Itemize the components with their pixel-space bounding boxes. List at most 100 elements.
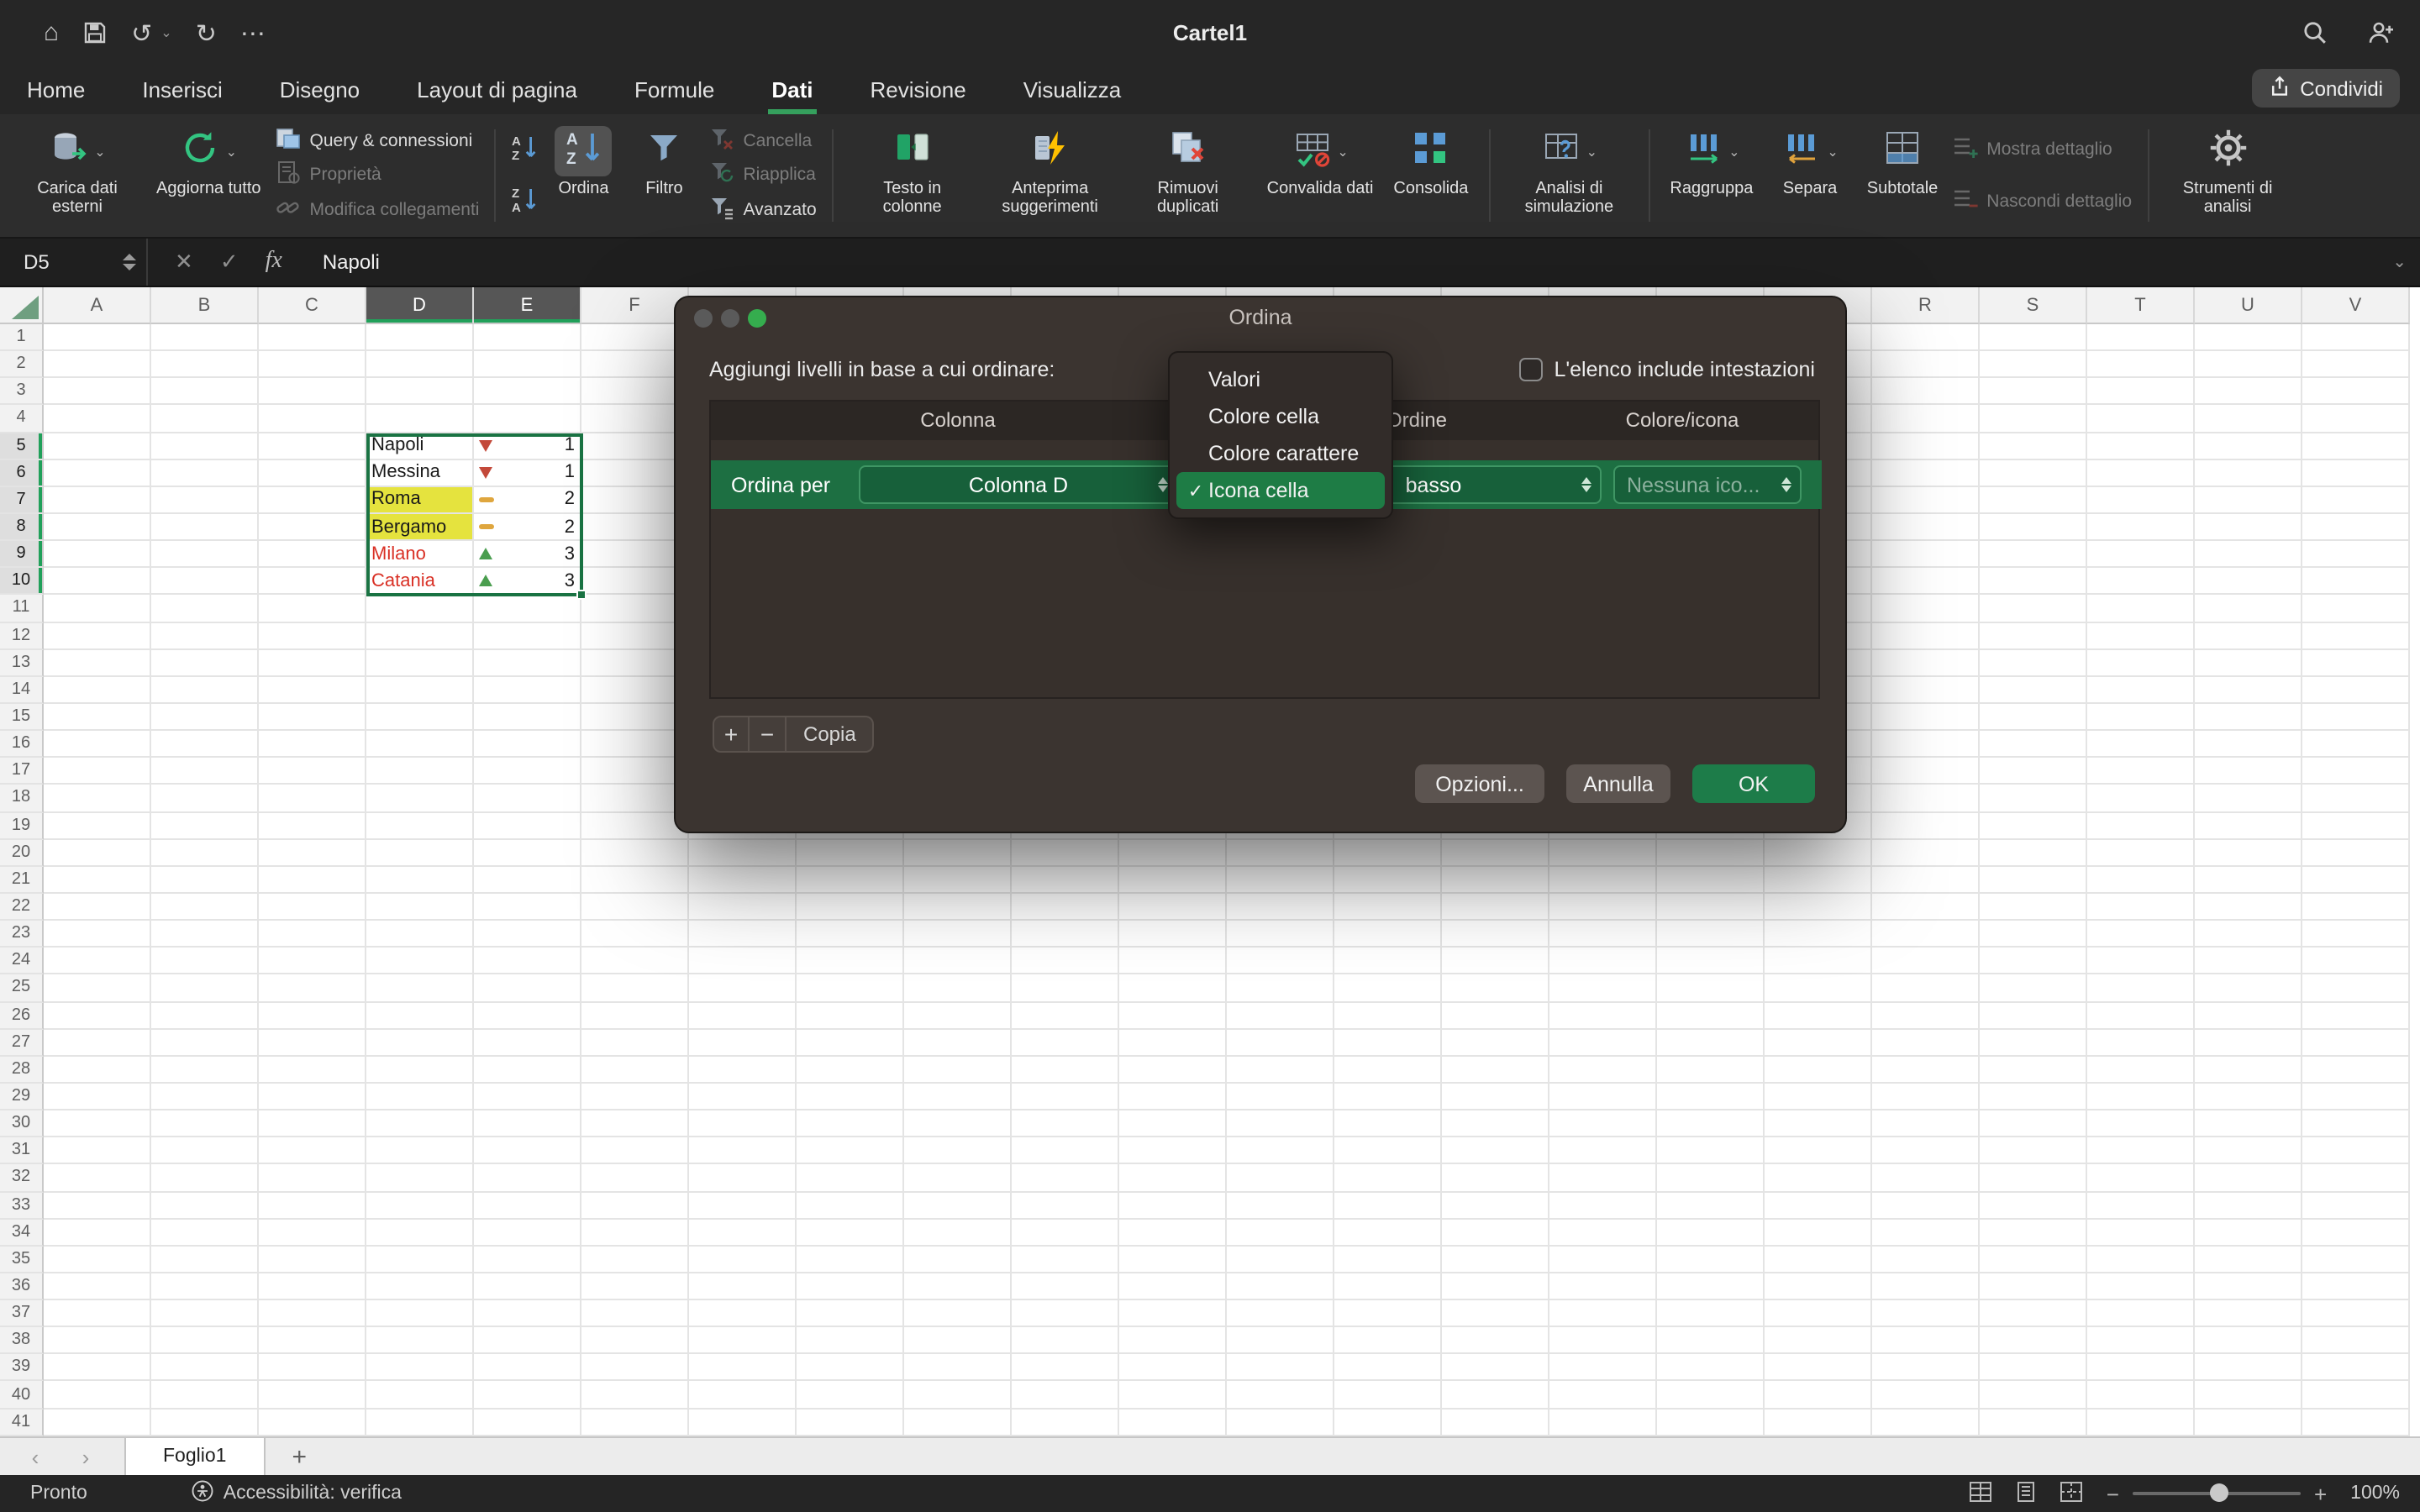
cell-S22[interactable] [1980,894,2087,921]
cell-A8[interactable] [44,514,151,541]
cell-S33[interactable] [1980,1192,2087,1219]
cell-M36[interactable] [1334,1273,1442,1300]
cell-S35[interactable] [1980,1247,2087,1273]
cell-P39[interactable] [1657,1355,1765,1382]
row-header-19[interactable]: 19 [0,812,44,839]
cell-I40[interactable] [904,1382,1012,1409]
avanzato-button[interactable]: Avanzato [709,193,816,227]
cell-H36[interactable] [797,1273,904,1300]
cell-Q20[interactable] [1765,839,1872,866]
cell-A10[interactable] [44,569,151,596]
cell-F5[interactable] [581,433,689,459]
cell-V33[interactable] [2302,1192,2410,1219]
cell-D15[interactable] [366,704,474,731]
sort-column-dropdown[interactable]: Colonna D [859,465,1178,504]
cell-Q29[interactable] [1765,1084,1872,1110]
cell-Q39[interactable] [1765,1355,1872,1382]
cell-D31[interactable] [366,1137,474,1164]
cell-L33[interactable] [1227,1192,1334,1219]
cell-S5[interactable] [1980,433,2087,459]
row-header-26[interactable]: 26 [0,1002,44,1029]
cell-L28[interactable] [1227,1057,1334,1084]
riapplica-button[interactable]: Riapplica [709,159,816,192]
row-header-37[interactable]: 37 [0,1300,44,1327]
cell-B29[interactable] [151,1084,259,1110]
dialog-minimize-icon[interactable] [721,309,739,328]
cell-T11[interactable] [2087,596,2195,622]
cell-N23[interactable] [1442,921,1549,948]
cell-F27[interactable] [581,1029,689,1056]
cell-O33[interactable] [1549,1192,1657,1219]
cell-C5[interactable] [259,433,366,459]
cell-F1[interactable] [581,324,689,351]
zoom-level[interactable]: 100% [2350,1483,2400,1504]
cell-R32[interactable] [1872,1165,1980,1192]
raggruppa-button[interactable]: ⌄Raggruppa [1661,119,1761,232]
cell-K37[interactable] [1119,1300,1227,1327]
cell-H27[interactable] [797,1029,904,1056]
cell-A9[interactable] [44,541,151,568]
cell-O23[interactable] [1549,921,1657,948]
cell-M25[interactable] [1334,975,1442,1002]
cell-I27[interactable] [904,1029,1012,1056]
cell-V12[interactable] [2302,622,2410,649]
cell-U3[interactable] [2195,379,2302,406]
cell-V21[interactable] [2302,867,2410,894]
cell-S6[interactable] [1980,459,2087,486]
cell-K23[interactable] [1119,921,1227,948]
cell-M23[interactable] [1334,921,1442,948]
cell-S9[interactable] [1980,541,2087,568]
accessibility-status[interactable]: Accessibilità: verifica [192,1480,402,1507]
cell-P40[interactable] [1657,1382,1765,1409]
cell-J34[interactable] [1012,1219,1119,1246]
row-header-8[interactable]: 8 [0,514,44,541]
cell-V2[interactable] [2302,351,2410,378]
cell-R10[interactable] [1872,569,1980,596]
cell-E21[interactable] [474,867,581,894]
cell-R36[interactable] [1872,1273,1980,1300]
cell-V3[interactable] [2302,379,2410,406]
cell-V39[interactable] [2302,1355,2410,1382]
cell-S25[interactable] [1980,975,2087,1002]
cell-A25[interactable] [44,975,151,1002]
cell-B20[interactable] [151,839,259,866]
cell-T41[interactable] [2087,1409,2195,1436]
row-header-34[interactable]: 34 [0,1219,44,1246]
cell-V11[interactable] [2302,596,2410,622]
zoom-out-icon[interactable]: − [2107,1481,2119,1506]
cell-K25[interactable] [1119,975,1227,1002]
cell-R18[interactable] [1872,785,1980,812]
cell-N35[interactable] [1442,1247,1549,1273]
cell-K26[interactable] [1119,1002,1227,1029]
cell-D27[interactable] [366,1029,474,1056]
col-header-S[interactable]: S [1980,287,2087,324]
cell-M21[interactable] [1334,867,1442,894]
cell-G24[interactable] [689,948,797,974]
cell-E1[interactable] [474,324,581,351]
cell-Q30[interactable] [1765,1110,1872,1137]
cell-H32[interactable] [797,1165,904,1192]
cell-I28[interactable] [904,1057,1012,1084]
cell-A29[interactable] [44,1084,151,1110]
cell-F18[interactable] [581,785,689,812]
cell-V32[interactable] [2302,1165,2410,1192]
cell-D26[interactable] [366,1002,474,1029]
cell-D8[interactable]: Bergamo [366,514,474,541]
cell-O38[interactable] [1549,1327,1657,1354]
cell-L21[interactable] [1227,867,1334,894]
cell-D38[interactable] [366,1327,474,1354]
cell-N25[interactable] [1442,975,1549,1002]
cell-G29[interactable] [689,1084,797,1110]
cell-S23[interactable] [1980,921,2087,948]
cell-H34[interactable] [797,1219,904,1246]
cell-Q22[interactable] [1765,894,1872,921]
cell-L34[interactable] [1227,1219,1334,1246]
cell-U40[interactable] [2195,1382,2302,1409]
select-all-corner[interactable] [0,287,44,324]
cell-U8[interactable] [2195,514,2302,541]
cell-I41[interactable] [904,1409,1012,1436]
cell-E8[interactable]: 2 [474,514,581,541]
cell-R25[interactable] [1872,975,1980,1002]
cell-K27[interactable] [1119,1029,1227,1056]
cell-A19[interactable] [44,812,151,839]
